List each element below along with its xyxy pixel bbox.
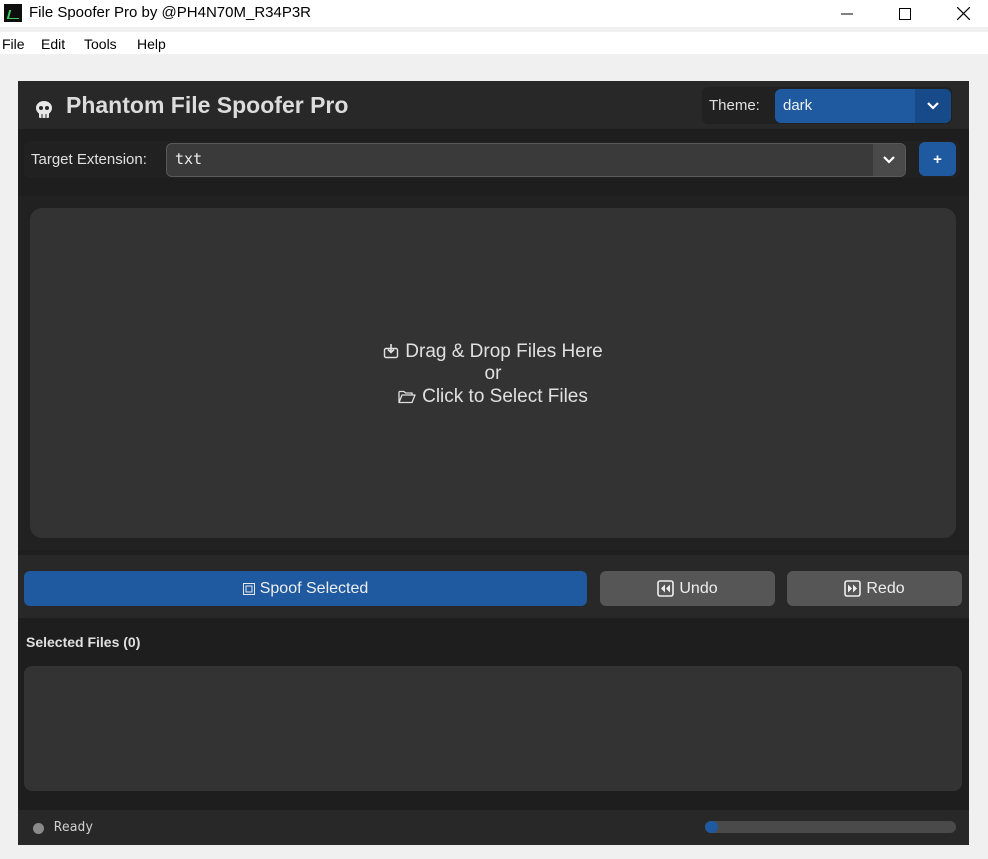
fast-forward-icon: [844, 580, 862, 597]
theme-label: Theme:: [709, 97, 760, 114]
close-icon: [956, 7, 970, 20]
selected-files-list[interactable]: [24, 666, 962, 791]
drop-zone[interactable]: Drag & Drop Files Here or Click to Selec…: [30, 208, 956, 538]
skull-icon: [36, 101, 52, 118]
progress-bar: [705, 821, 956, 833]
status-bar: Ready: [18, 810, 969, 845]
redo-button[interactable]: Redo: [787, 571, 962, 606]
menu-file[interactable]: File: [2, 36, 25, 52]
selected-files-heading: Selected Files (0): [26, 634, 141, 650]
header: Phantom File Spoofer Pro Theme: dark: [18, 81, 969, 129]
open-folder-icon: [398, 390, 416, 404]
maximize-button[interactable]: [876, 0, 934, 27]
close-button[interactable]: [934, 0, 988, 27]
drop-line-1: Drag & Drop Files Here: [30, 341, 956, 363]
drop-line-1-text: Drag & Drop Files Here: [405, 341, 603, 362]
drop-line-3-text: Click to Select Files: [422, 386, 588, 407]
extension-value[interactable]: txt: [175, 150, 202, 168]
menu-tools[interactable]: Tools: [84, 36, 117, 52]
action-bar: Spoof Selected Undo Redo: [18, 555, 969, 618]
app-title: Phantom File Spoofer Pro: [66, 92, 349, 118]
chevron-down-icon: [883, 156, 895, 164]
menu-bar: File Edit Tools Help: [0, 32, 988, 54]
extension-dropdown-button[interactable]: [873, 144, 905, 176]
undo-button[interactable]: Undo: [600, 571, 775, 606]
theme-control: Theme: dark: [702, 87, 952, 124]
status-indicator: [33, 823, 44, 834]
app-panel: Phantom File Spoofer Pro Theme: dark Tar…: [18, 81, 969, 845]
maximize-icon: [899, 7, 911, 20]
theme-select[interactable]: dark: [775, 89, 951, 123]
spoof-selected-label: Spoof Selected: [259, 579, 369, 597]
spoof-selected-button[interactable]: Spoof Selected: [24, 571, 587, 606]
window-title: File Spoofer Pro by @PH4N70M_R34P3R: [29, 4, 312, 21]
status-text: Ready: [54, 820, 94, 835]
menu-help[interactable]: Help: [137, 36, 166, 52]
extension-combobox[interactable]: txt: [166, 143, 906, 177]
progress-fill: [705, 821, 718, 833]
extension-label: Target Extension:: [31, 151, 147, 168]
minimize-icon: [841, 13, 853, 14]
theme-value: dark: [783, 97, 813, 114]
drop-line-3: Click to Select Files: [30, 386, 956, 408]
inbox-tray-icon: [384, 344, 399, 359]
redo-label: Redo: [866, 579, 905, 597]
spoof-icon: [242, 582, 255, 595]
undo-label: Undo: [679, 579, 718, 597]
extension-row: Target Extension: txt +: [24, 141, 960, 178]
chevron-down-icon: [927, 102, 939, 110]
title-bar: File Spoofer Pro by @PH4N70M_R34P3R: [0, 0, 988, 27]
app-icon: [4, 4, 22, 22]
minimize-button[interactable]: [818, 0, 876, 27]
add-extension-button[interactable]: +: [919, 142, 956, 176]
drop-line-2: or: [484, 363, 502, 384]
rewind-icon: [657, 580, 675, 597]
menu-edit[interactable]: Edit: [41, 36, 65, 52]
theme-dropdown-button[interactable]: [915, 89, 951, 123]
drop-area-container: Drag & Drop Files Here or Click to Selec…: [18, 196, 969, 550]
